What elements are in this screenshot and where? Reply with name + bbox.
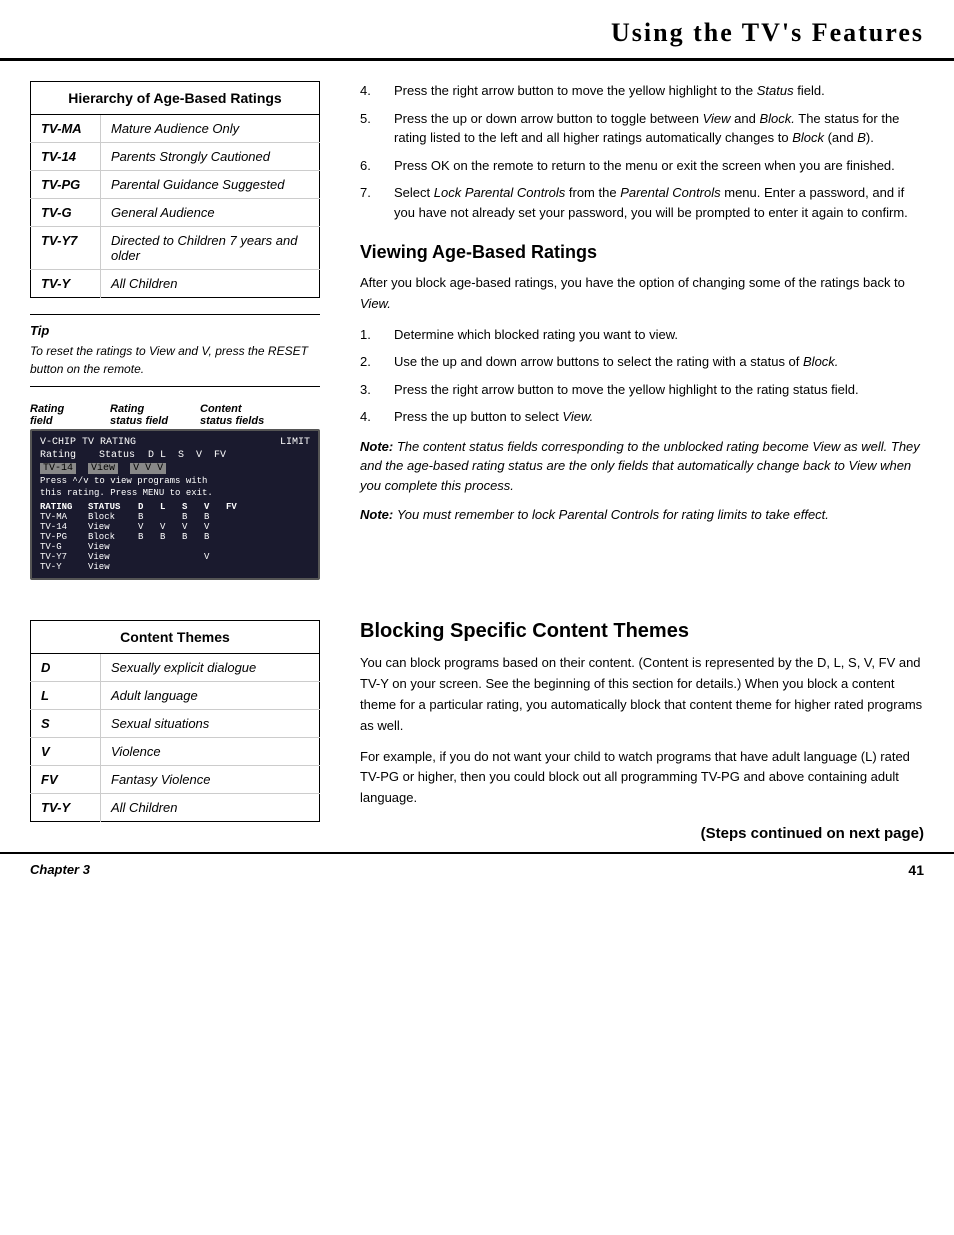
viewing-steps-list: Determine which blocked rating you want … xyxy=(360,325,924,427)
rating-code: TV-G xyxy=(31,199,101,227)
content-code: D xyxy=(31,654,101,682)
footer-page: 41 xyxy=(908,862,924,878)
view-step-1: Determine which blocked rating you want … xyxy=(360,325,924,345)
rating-code: TV-14 xyxy=(31,143,101,171)
view-step-2: Use the up and down arrow buttons to sel… xyxy=(360,352,924,372)
step-text: Press the right arrow button to move the… xyxy=(394,380,859,400)
rating-code: TV-PG xyxy=(31,171,101,199)
rating-code: TV-MA xyxy=(31,115,101,143)
page-header: Using the TV's Features xyxy=(0,0,954,61)
content-themes-section: Content Themes D Sexually explicit dialo… xyxy=(0,620,340,842)
content-code: V xyxy=(31,738,101,766)
step-text: Select Lock Parental Controls from the P… xyxy=(394,183,924,222)
content-desc: Adult language xyxy=(101,682,320,710)
note-2: Note: You must remember to lock Parental… xyxy=(360,505,924,525)
tip-text: To reset the ratings to View and V, pres… xyxy=(30,342,320,378)
step-4: Press the right arrow button to move the… xyxy=(360,81,924,101)
content-table: Content Themes D Sexually explicit dialo… xyxy=(30,620,320,822)
tip-section: Tip To reset the ratings to View and V, … xyxy=(30,314,320,387)
content-code: S xyxy=(31,710,101,738)
rating-desc: Parents Strongly Cautioned xyxy=(101,143,320,171)
step-7: Select Lock Parental Controls from the P… xyxy=(360,183,924,222)
content-code: TV-Y xyxy=(31,794,101,822)
rating-desc: All Children xyxy=(101,270,320,298)
step-text: Press the right arrow button to move the… xyxy=(394,81,825,101)
note2-text: You must remember to lock Parental Contr… xyxy=(397,507,829,522)
page-title: Using the TV's Features xyxy=(30,18,924,48)
chip-label-status-field: Ratingstatus field xyxy=(110,403,200,427)
table-row: FV Fantasy Violence xyxy=(31,766,320,794)
table-row: TV-PG Parental Guidance Suggested xyxy=(31,171,320,199)
chip-screen: V-CHIP TV RATING LIMIT Rating Status D L… xyxy=(30,429,320,580)
step-text: Press the up button to select View. xyxy=(394,407,593,427)
content-code: FV xyxy=(31,766,101,794)
viewing-section-title: Viewing Age-Based Ratings xyxy=(360,242,924,263)
table-row: V Violence xyxy=(31,738,320,766)
note1-label: Note: xyxy=(360,439,397,454)
note2-label: Note: xyxy=(360,507,397,522)
step-5: Press the up or down arrow button to tog… xyxy=(360,109,924,148)
chip-diagram: Ratingfield Ratingstatus field Contentst… xyxy=(30,403,320,580)
chip-label-rating-field: Ratingfield xyxy=(30,403,110,427)
rating-desc: Parental Guidance Suggested xyxy=(101,171,320,199)
content-desc: Fantasy Violence xyxy=(101,766,320,794)
table-row: L Adult language xyxy=(31,682,320,710)
table-row: TV-Y7 Directed to Children 7 years and o… xyxy=(31,227,320,270)
table-row: TV-G General Audience xyxy=(31,199,320,227)
blocking-para1: You can block programs based on their co… xyxy=(360,653,924,736)
content-desc: Sexual situations xyxy=(101,710,320,738)
table-row: S Sexual situations xyxy=(31,710,320,738)
content-desc: Sexually explicit dialogue xyxy=(101,654,320,682)
rating-code: TV-Y7 xyxy=(31,227,101,270)
chip-label-content-fields: Contentstatus fields xyxy=(200,403,320,427)
hierarchy-table: Hierarchy of Age-Based Ratings TV-MA Mat… xyxy=(30,81,320,298)
table-row: TV-Y All Children xyxy=(31,794,320,822)
table-row: TV-14 Parents Strongly Cautioned xyxy=(31,143,320,171)
step-text: Press the up or down arrow button to tog… xyxy=(394,109,924,148)
step-6: Press OK on the remote to return to the … xyxy=(360,156,924,176)
blocking-section: Blocking Specific Content Themes You can… xyxy=(340,620,954,842)
blocking-para2: For example, if you do not want your chi… xyxy=(360,747,924,809)
content-code: L xyxy=(31,682,101,710)
step-text: Determine which blocked rating you want … xyxy=(394,325,678,345)
blocking-section-title: Blocking Specific Content Themes xyxy=(360,620,924,643)
hierarchy-table-heading: Hierarchy of Age-Based Ratings xyxy=(31,82,320,115)
viewing-intro: After you block age-based ratings, you h… xyxy=(360,273,924,315)
content-desc: Violence xyxy=(101,738,320,766)
rating-desc: Mature Audience Only xyxy=(101,115,320,143)
steps-list-top: Press the right arrow button to move the… xyxy=(360,81,924,222)
footer-chapter: Chapter 3 xyxy=(30,862,90,878)
rating-code: TV-Y xyxy=(31,270,101,298)
step-text: Use the up and down arrow buttons to sel… xyxy=(394,352,838,372)
content-table-heading: Content Themes xyxy=(31,621,320,654)
viewing-section: Viewing Age-Based Ratings After you bloc… xyxy=(360,242,924,525)
rating-desc: General Audience xyxy=(101,199,320,227)
view-step-3: Press the right arrow button to move the… xyxy=(360,380,924,400)
table-row: TV-Y All Children xyxy=(31,270,320,298)
tip-label: Tip xyxy=(30,323,320,338)
table-row: TV-MA Mature Audience Only xyxy=(31,115,320,143)
steps-continued: (Steps continued on next page) xyxy=(360,825,924,842)
rating-desc: Directed to Children 7 years and older xyxy=(101,227,320,270)
step-text: Press OK on the remote to return to the … xyxy=(394,156,895,176)
note-1: Note: The content status fields correspo… xyxy=(360,437,924,496)
view-step-4: Press the up button to select View. xyxy=(360,407,924,427)
note1-text: The content status fields corresponding … xyxy=(360,439,920,493)
content-desc: All Children xyxy=(101,794,320,822)
table-row: D Sexually explicit dialogue xyxy=(31,654,320,682)
page-footer: Chapter 3 41 xyxy=(0,852,954,886)
